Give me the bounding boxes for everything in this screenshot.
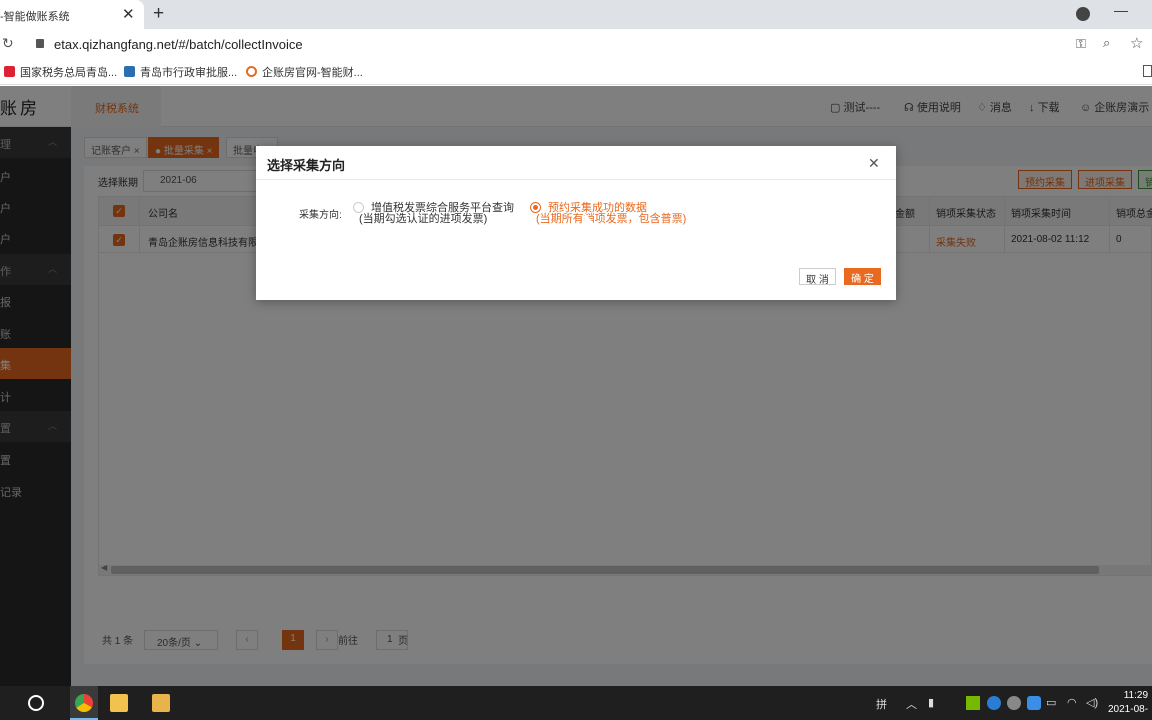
chrome-taskbar-button[interactable] bbox=[70, 686, 98, 720]
option-platform-desc: (当期勾选认证的进项发票) bbox=[359, 213, 488, 225]
system-clock[interactable]: 11:29 2021-08- bbox=[1108, 689, 1148, 717]
option-reserved-desc: (当期所有销项发票，包含普票) bbox=[536, 213, 687, 225]
reload-icon[interactable]: ↻ bbox=[2, 35, 14, 52]
file-explorer-icon[interactable] bbox=[152, 694, 170, 712]
bookmarks-bar: 国家税务总局青岛... 青岛市行政审批服... 企账房官网-智能财... bbox=[0, 59, 1152, 85]
cancel-button[interactable]: 取 消 bbox=[799, 268, 836, 286]
bookmark-item[interactable]: 企账房官网-智能财... bbox=[246, 64, 363, 80]
tax-bureau-icon bbox=[4, 66, 15, 77]
wifi-icon[interactable]: ◠ bbox=[1067, 696, 1077, 709]
profile-icon[interactable] bbox=[1076, 7, 1090, 21]
lock-icon[interactable] bbox=[36, 39, 44, 48]
volume-icon[interactable]: ◁) bbox=[1086, 696, 1098, 709]
chrome-icon bbox=[75, 694, 93, 712]
browser-tab[interactable]: -智能做账系统 ✕ bbox=[0, 0, 144, 29]
bookmark-item[interactable]: 青岛市行政审批服... bbox=[124, 64, 237, 80]
battery-icon[interactable]: ▭ bbox=[1046, 696, 1056, 709]
microphone-icon[interactable]: ▮ bbox=[928, 696, 934, 709]
dialog-title: 选择采集方向 bbox=[267, 158, 346, 173]
taskbar: 拼 ︿ ▮ ▭ ◠ ◁) 11:29 2021-08- bbox=[0, 686, 1152, 720]
url-field[interactable]: etax.qizhangfang.net/#/batch/collectInvo… bbox=[54, 37, 303, 52]
approval-icon bbox=[124, 66, 135, 77]
address-bar: ↻ etax.qizhangfang.net/#/batch/collectIn… bbox=[0, 29, 1152, 59]
direction-label: 采集方向: bbox=[299, 210, 342, 221]
cloud-icon[interactable] bbox=[1007, 696, 1021, 710]
confirm-button[interactable]: 确 定 bbox=[844, 268, 881, 285]
close-icon[interactable]: ✕ bbox=[868, 155, 880, 172]
browser-tabstrip: -智能做账系统 ✕ + — bbox=[0, 0, 1152, 29]
shield-icon[interactable] bbox=[1027, 696, 1041, 710]
collect-direction-dialog: 选择采集方向 ✕ 采集方向: 增值税发票综合服务平台查询 (当期勾选认证的进项发… bbox=[256, 146, 896, 300]
search-icon[interactable] bbox=[28, 695, 44, 711]
new-tab-icon[interactable]: + bbox=[153, 3, 164, 25]
chevron-up-icon[interactable]: ︿ bbox=[906, 696, 917, 712]
app-tray-icon[interactable] bbox=[987, 696, 1001, 710]
ime-icon[interactable]: 拼 bbox=[876, 696, 887, 712]
notes-app-icon[interactable] bbox=[110, 694, 128, 712]
close-tab-icon[interactable]: ✕ bbox=[122, 5, 135, 23]
key-icon[interactable]: ⚿ bbox=[1076, 36, 1086, 52]
bookmark-star-icon[interactable]: ☆ bbox=[1130, 34, 1143, 52]
bookmark-item[interactable]: 国家税务总局青岛... bbox=[4, 64, 117, 80]
reading-list-icon[interactable] bbox=[1143, 65, 1152, 77]
minimize-icon[interactable]: — bbox=[1114, 2, 1128, 18]
qizhangfang-icon bbox=[246, 66, 257, 77]
nvidia-icon[interactable] bbox=[966, 696, 980, 710]
radio-option-platform[interactable] bbox=[353, 202, 364, 213]
zoom-icon[interactable]: ⌕ bbox=[1103, 35, 1110, 51]
browser-tab-title: -智能做账系统 bbox=[0, 11, 70, 23]
divider bbox=[256, 179, 896, 180]
radio-option-reserved[interactable] bbox=[530, 202, 541, 213]
